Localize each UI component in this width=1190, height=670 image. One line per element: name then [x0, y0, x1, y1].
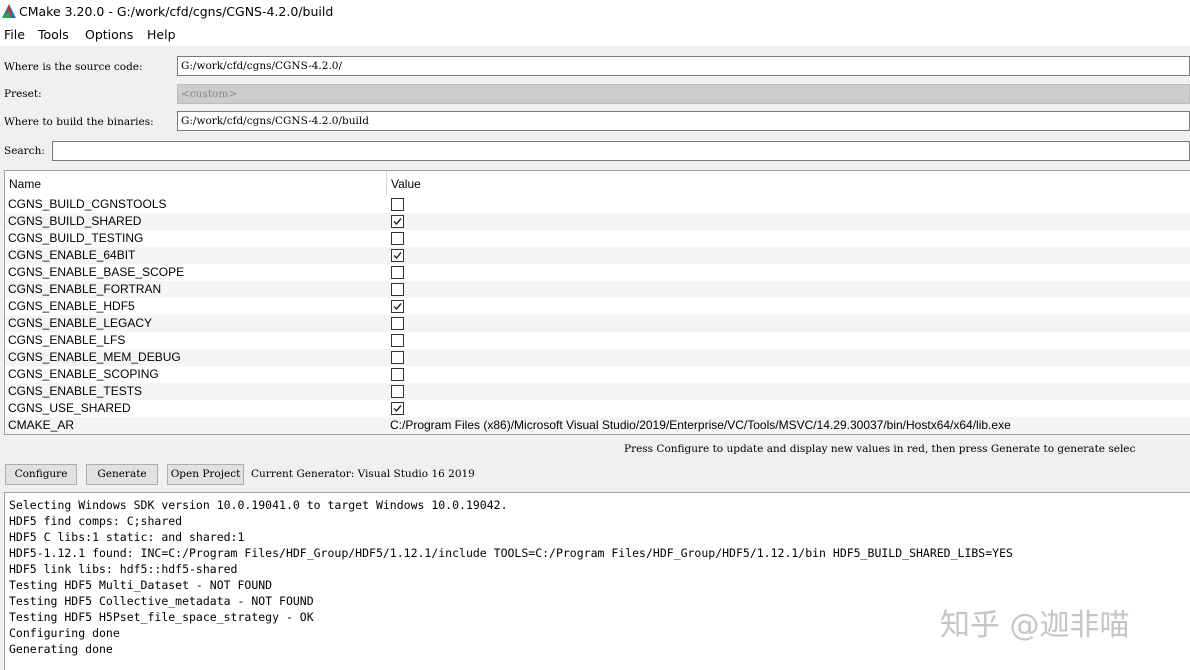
- table-row[interactable]: CGNS_ENABLE_SCOPING: [5, 366, 1190, 383]
- search-label: Search:: [4, 145, 45, 157]
- source-label: Where is the source code:: [4, 61, 143, 73]
- output-line: HDF5 link libs: hdf5::hdf5-shared: [9, 562, 238, 576]
- menu-tools[interactable]: Tools: [38, 27, 69, 42]
- row-name: CGNS_BUILD_TESTING: [8, 231, 144, 245]
- watermark-text: 知乎 @迦非喵: [940, 608, 1130, 643]
- row-name: CGNS_ENABLE_LFS: [8, 333, 126, 347]
- row-value-text[interactable]: C:/Program Files (x86)/Microsoft Visual …: [390, 418, 1011, 432]
- checkbox-unchecked[interactable]: [391, 198, 404, 211]
- row-name: CMAKE_AR: [8, 418, 75, 432]
- checkmark-icon: [393, 405, 402, 413]
- checkmark-icon: [393, 303, 402, 311]
- table-row[interactable]: CGNS_ENABLE_BASE_SCOPE: [5, 264, 1190, 281]
- table-row[interactable]: CGNS_ENABLE_LFS: [5, 332, 1190, 349]
- output-line: HDF5-1.12.1 found: INC=C:/Program Files/…: [9, 546, 1013, 560]
- menu-help[interactable]: Help: [147, 27, 176, 42]
- checkbox-unchecked[interactable]: [391, 232, 404, 245]
- output-line: HDF5 find comps: C;shared: [9, 514, 183, 528]
- checkbox-checked[interactable]: [391, 215, 404, 228]
- current-generator-label: Current Generator: Visual Studio 16 2019: [251, 468, 475, 480]
- checkmark-icon: [393, 218, 402, 226]
- menu-bar: File Tools Options Help: [0, 24, 1190, 46]
- checkbox-unchecked[interactable]: [391, 283, 404, 296]
- header-divider[interactable]: [386, 171, 387, 195]
- window-title: CMake 3.20.0 - G:/work/cfd/cgns/CGNS-4.2…: [19, 4, 334, 19]
- menu-file[interactable]: File: [4, 27, 25, 42]
- output-line: HDF5 C libs:1 static: and shared:1: [9, 530, 245, 544]
- row-name: CGNS_ENABLE_SCOPING: [8, 367, 159, 381]
- row-name: CGNS_ENABLE_LEGACY: [8, 316, 153, 330]
- checkbox-unchecked[interactable]: [391, 368, 404, 381]
- generate-button[interactable]: Generate: [86, 464, 158, 485]
- source-path-input[interactable]: G:/work/cfd/cgns/CGNS-4.2.0/: [177, 56, 1190, 76]
- row-name: CGNS_ENABLE_HDF5: [8, 299, 135, 313]
- header-value[interactable]: Value: [391, 177, 421, 191]
- table-row[interactable]: CGNS_BUILD_TESTING: [5, 230, 1190, 247]
- checkbox-checked[interactable]: [391, 249, 404, 262]
- checkbox-checked[interactable]: [391, 300, 404, 313]
- output-line: Selecting Windows SDK version 10.0.19041…: [9, 498, 508, 512]
- checkbox-unchecked[interactable]: [391, 266, 404, 279]
- checkbox-unchecked[interactable]: [391, 351, 404, 364]
- table-row[interactable]: CGNS_ENABLE_MEM_DEBUG: [5, 349, 1190, 366]
- open-project-button[interactable]: Open Project: [167, 464, 244, 485]
- table-row[interactable]: CGNS_USE_SHARED: [5, 400, 1190, 417]
- table-row[interactable]: CGNS_BUILD_SHARED: [5, 213, 1190, 230]
- row-name: CGNS_ENABLE_TESTS: [8, 384, 143, 398]
- configure-button[interactable]: Configure: [5, 464, 77, 485]
- checkbox-checked[interactable]: [391, 402, 404, 415]
- row-name: CGNS_ENABLE_BASE_SCOPE: [8, 265, 185, 279]
- table-row[interactable]: CGNS_BUILD_CGNSTOOLS: [5, 196, 1190, 213]
- row-name: CGNS_USE_SHARED: [8, 401, 131, 415]
- table-header: Name Value: [5, 171, 1190, 195]
- preset-select: <custom>: [177, 84, 1190, 104]
- table-row[interactable]: CGNS_ENABLE_HDF5: [5, 298, 1190, 315]
- row-name: CGNS_BUILD_SHARED: [8, 214, 142, 228]
- preset-label: Preset:: [4, 88, 42, 100]
- menu-options[interactable]: Options: [85, 27, 133, 42]
- checkbox-unchecked[interactable]: [391, 385, 404, 398]
- hint-text: Press Configure to update and display ne…: [624, 443, 1136, 455]
- checkmark-icon: [393, 252, 402, 260]
- table-row[interactable]: CGNS_ENABLE_LEGACY: [5, 315, 1190, 332]
- search-input[interactable]: [52, 141, 1190, 161]
- header-name[interactable]: Name: [9, 177, 41, 191]
- cmake-triangle-icon: [2, 4, 16, 18]
- row-name: CGNS_ENABLE_64BIT: [8, 248, 136, 262]
- title-bar: CMake 3.20.0 - G:/work/cfd/cgns/CGNS-4.2…: [0, 0, 1190, 24]
- table-row[interactable]: CMAKE_AR C:/Program Files (x86)/Microsoft…: [5, 417, 1190, 434]
- output-line: Testing HDF5 Multi_Dataset - NOT FOUND: [9, 578, 273, 592]
- row-name: CGNS_ENABLE_MEM_DEBUG: [8, 350, 181, 364]
- table-row[interactable]: CGNS_ENABLE_TESTS: [5, 383, 1190, 400]
- checkbox-unchecked[interactable]: [391, 334, 404, 347]
- binaries-path-input[interactable]: G:/work/cfd/cgns/CGNS-4.2.0/build: [177, 111, 1190, 131]
- binaries-label: Where to build the binaries:: [4, 116, 154, 128]
- checkbox-unchecked[interactable]: [391, 317, 404, 330]
- cache-table: Name Value CGNS_BUILD_CGNSTOOLS CGNS_BUIL…: [4, 170, 1190, 435]
- row-name: CGNS_ENABLE_FORTRAN: [8, 282, 162, 296]
- row-name: CGNS_BUILD_CGNSTOOLS: [8, 197, 167, 211]
- table-row[interactable]: CGNS_ENABLE_64BIT: [5, 247, 1190, 264]
- table-row[interactable]: CGNS_ENABLE_FORTRAN: [5, 281, 1190, 298]
